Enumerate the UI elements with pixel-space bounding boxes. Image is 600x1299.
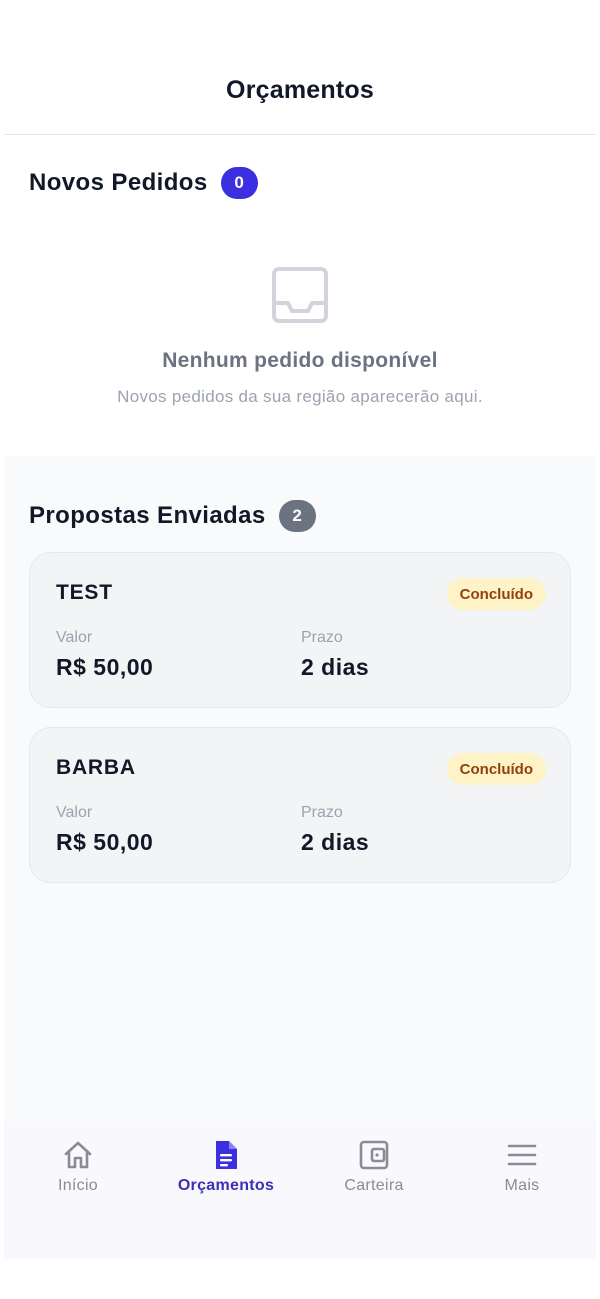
bottom-nav: Início Orçamentos Carteira Mais xyxy=(4,1123,596,1259)
nav-label: Mais xyxy=(504,1177,540,1194)
new-orders-empty-state: Nenhum pedido disponível Novos pedidos d… xyxy=(0,265,600,407)
home-icon xyxy=(64,1141,92,1169)
nav-item-inicio[interactable]: Início xyxy=(4,1123,152,1259)
status-badge: Concluído xyxy=(446,578,546,610)
sent-proposals-count-badge: 2 xyxy=(278,500,316,532)
status-badge: Concluído xyxy=(446,753,546,785)
wallet-icon xyxy=(359,1140,389,1170)
page-title: Orçamentos xyxy=(226,76,374,104)
new-orders-title: Novos Pedidos xyxy=(29,169,208,196)
nav-item-orcamentos[interactable]: Orçamentos xyxy=(152,1123,300,1259)
nav-label: Carteira xyxy=(344,1177,404,1194)
deadline-value: 2 dias xyxy=(301,829,370,855)
nav-item-mais[interactable]: Mais xyxy=(448,1123,596,1259)
sent-proposals-header: Propostas Enviadas 2 xyxy=(29,500,316,532)
empty-title: Nenhum pedido disponível xyxy=(162,349,438,372)
proposal-card[interactable]: BARBA Concluído Valor R$ 50,00 Prazo 2 d… xyxy=(29,727,571,883)
screen: Orçamentos Novos Pedidos 0 Nenhum pedido… xyxy=(0,0,600,1299)
proposal-name: BARBA xyxy=(56,756,136,779)
sent-proposals-title: Propostas Enviadas xyxy=(29,502,266,529)
document-icon xyxy=(216,1141,237,1169)
value-label: Valor xyxy=(56,804,93,821)
deadline-label: Prazo xyxy=(301,804,343,821)
inbox-icon xyxy=(272,267,328,323)
sent-proposals-section: Propostas Enviadas 2 TEST Concluído Valo… xyxy=(4,456,596,1123)
deadline-value: 2 dias xyxy=(301,654,370,680)
new-orders-header: Novos Pedidos 0 xyxy=(29,167,258,199)
proposal-card[interactable]: TEST Concluído Valor R$ 50,00 Prazo 2 di… xyxy=(29,552,571,708)
nav-item-carteira[interactable]: Carteira xyxy=(300,1123,448,1259)
menu-icon xyxy=(507,1144,537,1166)
proposal-name: TEST xyxy=(56,581,113,604)
nav-label: Orçamentos xyxy=(177,1177,275,1194)
value-label: Valor xyxy=(56,629,93,646)
empty-subtitle: Novos pedidos da sua região aparecerão a… xyxy=(117,387,483,406)
new-orders-count-badge: 0 xyxy=(220,167,258,199)
value-amount: R$ 50,00 xyxy=(56,654,154,680)
nav-label: Início xyxy=(57,1177,99,1194)
deadline-label: Prazo xyxy=(301,629,343,646)
top-header: Orçamentos xyxy=(4,0,596,135)
value-amount: R$ 50,00 xyxy=(56,829,154,855)
